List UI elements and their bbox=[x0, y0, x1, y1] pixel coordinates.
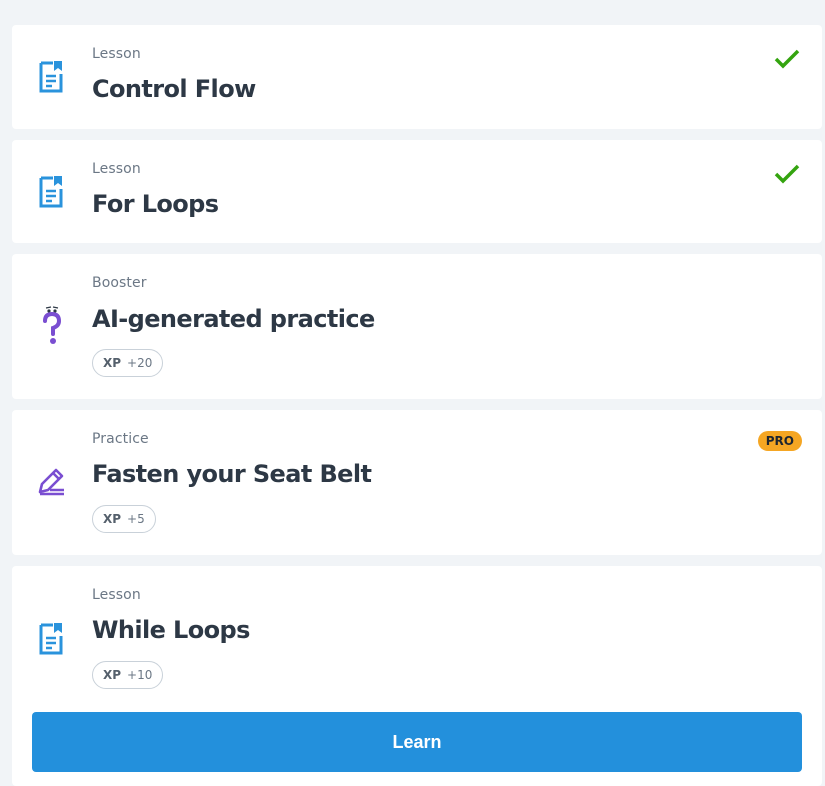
checkmark-icon bbox=[774, 164, 800, 188]
card-title: While Loops bbox=[92, 616, 250, 644]
practice-card-seat-belt[interactable]: Practice Fasten your Seat Belt PRO XP +5 bbox=[12, 410, 822, 555]
question-mark-character-icon bbox=[40, 306, 64, 352]
lesson-document-icon bbox=[38, 60, 64, 98]
lesson-card-control-flow[interactable]: Lesson Control Flow bbox=[12, 25, 822, 129]
pencil-icon bbox=[38, 466, 66, 500]
lesson-document-icon bbox=[38, 175, 64, 213]
card-category: Lesson bbox=[92, 46, 141, 62]
xp-value: +10 bbox=[127, 668, 153, 682]
card-title: Control Flow bbox=[92, 75, 256, 103]
learn-button[interactable]: Learn bbox=[32, 712, 802, 772]
card-category: Booster bbox=[92, 275, 147, 291]
lesson-card-while-loops[interactable]: Lesson While Loops XP +10 Learn bbox=[12, 566, 822, 786]
lesson-card-for-loops[interactable]: Lesson For Loops bbox=[12, 140, 822, 243]
xp-badge: XP +10 bbox=[92, 661, 164, 689]
card-title: AI-generated practice bbox=[92, 305, 375, 333]
xp-badge: XP +20 bbox=[92, 349, 164, 377]
xp-label: XP bbox=[103, 668, 122, 682]
lesson-document-icon bbox=[38, 622, 64, 660]
card-category: Practice bbox=[92, 431, 149, 447]
card-category: Lesson bbox=[92, 161, 141, 177]
xp-value: +20 bbox=[127, 356, 153, 370]
xp-label: XP bbox=[103, 512, 122, 526]
booster-card-ai-practice[interactable]: Booster AI-generated practice XP +20 bbox=[12, 254, 822, 399]
xp-value: +5 bbox=[127, 512, 145, 526]
checkmark-icon bbox=[774, 49, 800, 73]
xp-label: XP bbox=[103, 356, 122, 370]
card-category: Lesson bbox=[92, 587, 141, 603]
card-title: For Loops bbox=[92, 190, 219, 218]
card-title: Fasten your Seat Belt bbox=[92, 460, 372, 488]
xp-badge: XP +5 bbox=[92, 505, 156, 533]
pro-badge: PRO bbox=[757, 431, 802, 451]
